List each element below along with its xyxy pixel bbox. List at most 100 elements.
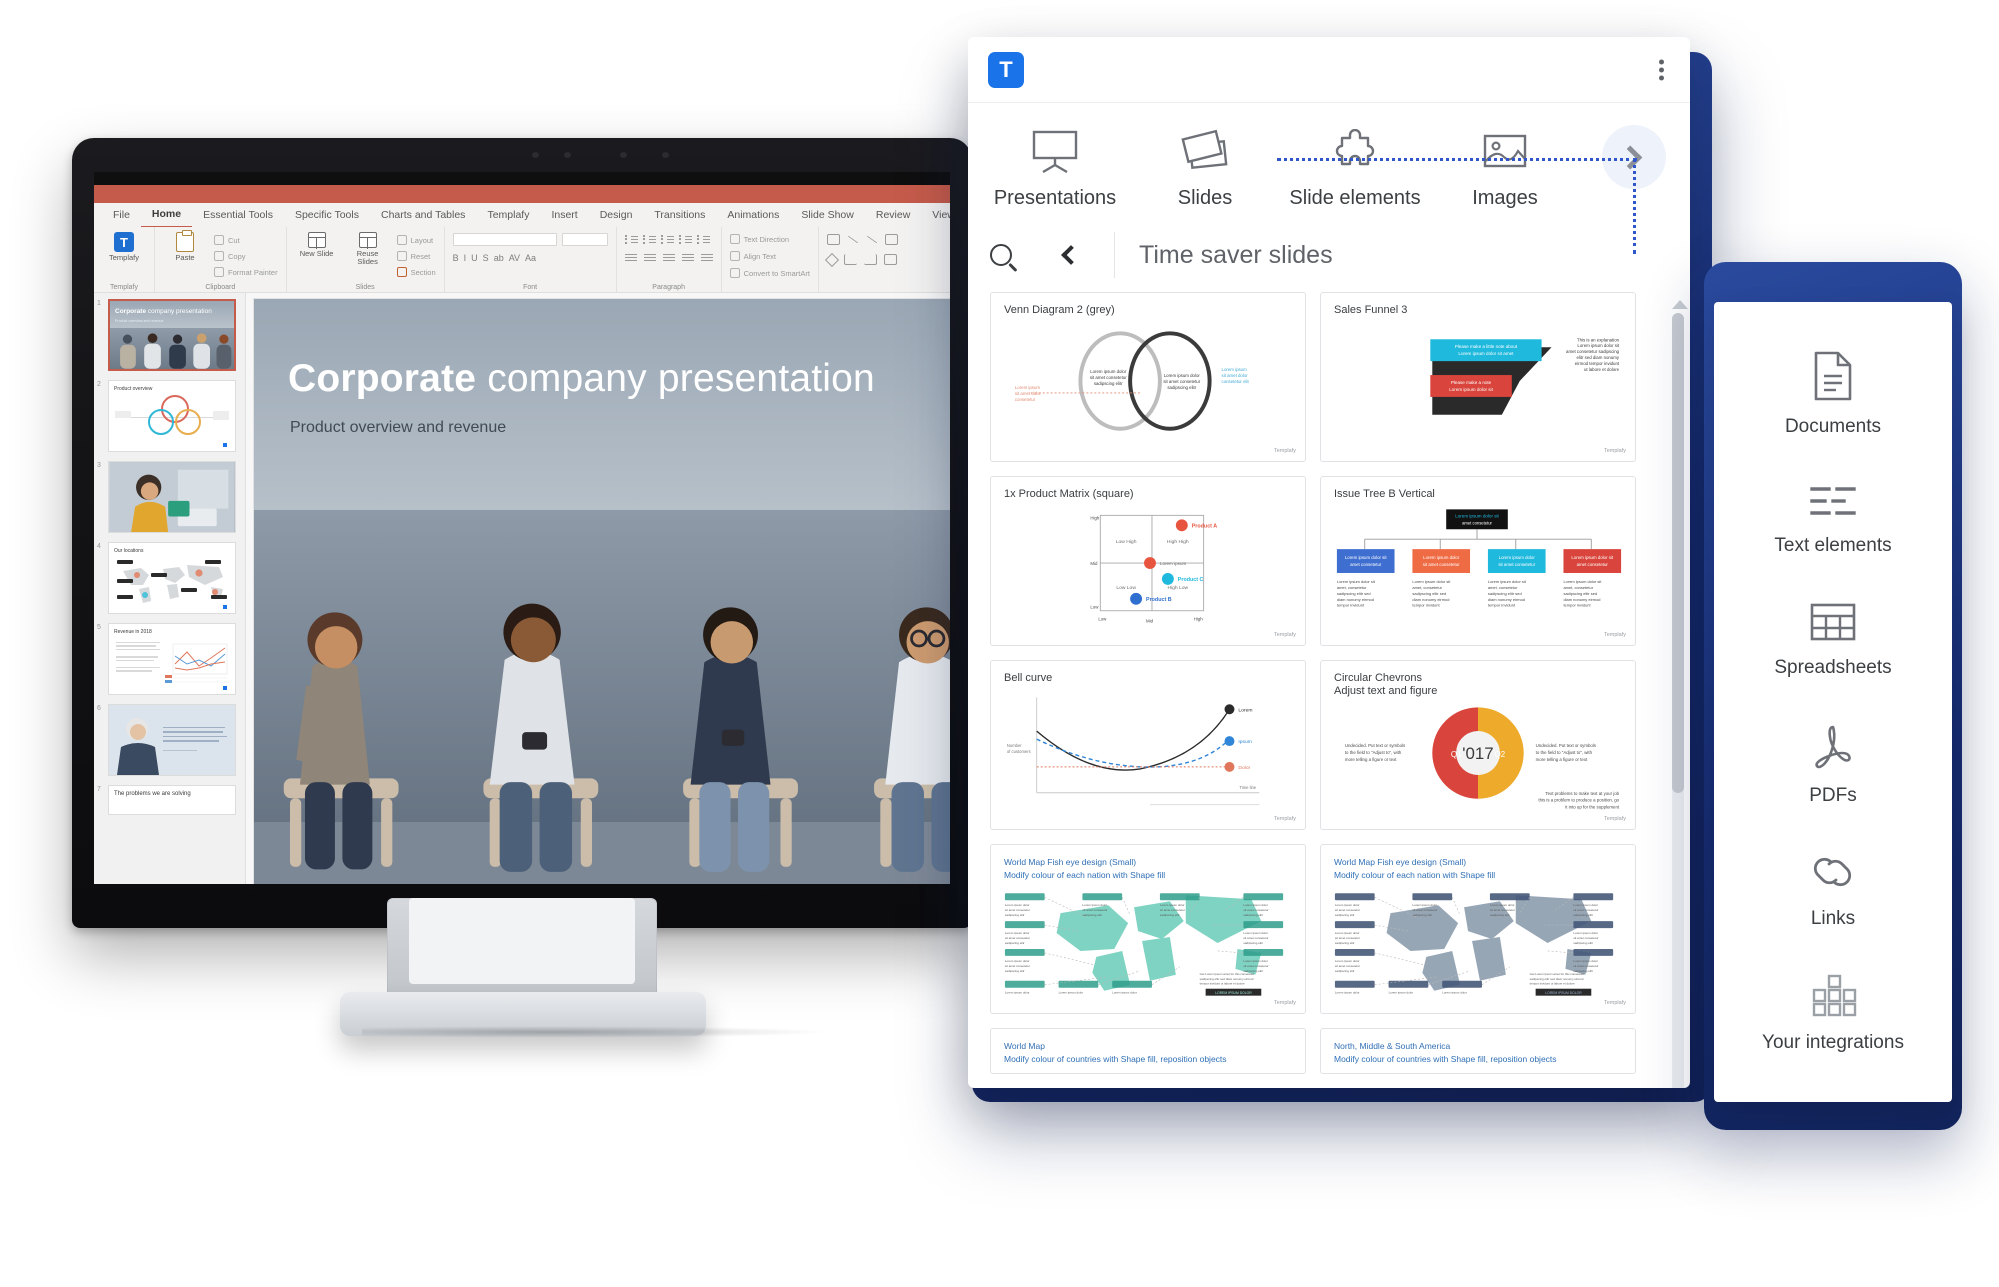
nav-item-presentations[interactable]: Presentations [980,129,1130,210]
ribbon-tab-design[interactable]: Design [589,203,644,227]
library-card-worldmap-grey[interactable]: World Map Fish eye design (Small) Modify… [1320,844,1636,1014]
numbered-list-icon[interactable] [642,235,656,244]
layout-button[interactable]: Layout [396,233,436,247]
ribbon-tab-file[interactable]: File [102,203,141,227]
line-spacing-icon[interactable] [696,235,710,244]
elbow-arrow-icon[interactable] [863,254,877,265]
slide-thumbnail-4[interactable]: 4 Our locations [97,542,241,614]
ribbon-tab-essential-tools[interactable]: Essential Tools [192,203,284,227]
text-direction-button[interactable]: Text Direction [729,232,789,246]
templafy-search-bar[interactable]: Time saver slides [968,226,1690,292]
line-icon[interactable] [847,235,859,244]
integration-item-links[interactable]: Links [1714,850,1952,930]
scroll-thumb[interactable] [1672,313,1684,793]
rectangle-icon[interactable] [884,234,898,245]
ribbon-tab-templafy[interactable]: Templafy [476,203,540,227]
format-painter-button[interactable]: Format Painter [214,265,278,279]
bullet-list-icon[interactable] [624,235,638,244]
char-spacing-button[interactable]: AV [509,253,520,263]
chevron-left-icon[interactable] [1061,245,1081,265]
change-case-button[interactable]: Aa [525,253,536,263]
nav-item-slide-elements[interactable]: Slide elements [1280,129,1430,210]
ribbon-tab-animations[interactable]: Animations [716,203,790,227]
ribbon-tab-view[interactable]: View [921,203,950,227]
align-buttons[interactable] [624,251,713,266]
ribbon-tab-transitions[interactable]: Transitions [643,203,716,227]
slide-thumbnail-5[interactable]: 5 Revenue in 2018 [97,623,241,695]
powerpoint-ribbon[interactable]: T Templafy Templafy Paste Cut Copy Forma… [94,227,950,293]
slide-thumbnail-1[interactable]: 1 Corporate company presentation Product… [97,299,241,371]
align-center-icon[interactable] [643,254,656,263]
decrease-indent-icon[interactable] [660,235,674,244]
scroll-track[interactable] [1672,313,1684,1088]
library-card-issue-tree[interactable]: Issue Tree B Vertical Lorem ipsum dolor … [1320,476,1636,646]
align-text-button[interactable]: Align Text [729,249,776,263]
ribbon-tab-insert[interactable]: Insert [540,203,588,227]
library-card-sales-funnel[interactable]: Sales Funnel 3 Please make a little note… [1320,292,1636,462]
library-card-venn[interactable]: Venn Diagram 2 (grey) Lorem ipsum dolor s… [990,292,1306,462]
ribbon-tab-charts-and-tables[interactable]: Charts and Tables [370,203,476,227]
italic-button[interactable]: I [464,253,467,263]
font-size-select[interactable] [561,233,608,246]
bold-button[interactable]: B [453,253,459,263]
cut-button[interactable]: Cut [214,233,278,247]
triangle-icon[interactable] [824,252,839,267]
block-arrow-icon[interactable] [883,254,897,265]
library-card-bell-curve[interactable]: Bell curve Lorem Ipsum Dolor Number of c… [990,660,1306,830]
templafy-button[interactable]: T Templafy [102,232,146,262]
slide-thumbnail-pane[interactable]: 1 Corporate company presentation Product… [94,293,246,884]
copy-button[interactable]: Copy [214,249,278,263]
slide-library-grid-wrapper[interactable]: Venn Diagram 2 (grey) Lorem ipsum dolor s… [968,292,1690,1088]
scroll-up-arrow-icon[interactable] [1672,300,1688,309]
shape-row-1[interactable] [826,232,898,247]
templafy-nav[interactable]: Presentations Slides Slide elements Imag… [968,103,1690,226]
powerpoint-ribbon-tabs[interactable]: File Home Essential Tools Specific Tools… [94,202,950,228]
text-box-icon[interactable] [826,234,840,245]
slide-thumbnail-6[interactable]: 6 [97,704,241,776]
slide-thumbnail-3[interactable]: 3 [97,461,241,533]
search-icon[interactable] [990,244,1012,266]
library-card-product-matrix[interactable]: 1x Product Matrix (square) Low High High … [990,476,1306,646]
align-left-icon[interactable] [624,254,637,263]
shadow-button[interactable]: S [483,253,489,263]
slide-library-grid[interactable]: Venn Diagram 2 (grey) Lorem ipsum dolor s… [990,292,1636,1074]
slide-thumbnail-7[interactable]: 7 The problems we are solving [97,785,241,815]
reuse-slides-button[interactable]: Reuse Slides [346,232,390,266]
ribbon-tab-slide-show[interactable]: Slide Show [790,203,865,227]
library-card-circular-chevrons[interactable]: Circular Chevrons Adjust text and figure… [1320,660,1636,830]
shape-row-2[interactable] [824,252,897,267]
integration-item-documents[interactable]: Documents [1714,350,1952,438]
slide-thumbnail-2[interactable]: 2 Product overview [97,380,241,452]
library-card-world-map[interactable]: World Map Modify colour of countries wit… [990,1028,1306,1074]
integration-item-text-elements[interactable]: Text elements [1714,481,1952,557]
paste-button[interactable]: Paste [163,230,207,262]
reset-button[interactable]: Reset [396,249,436,263]
increase-indent-icon[interactable] [678,235,692,244]
integration-item-pdfs[interactable]: PDFs [1714,723,1952,807]
underline-button[interactable]: U [471,253,478,263]
nav-item-slides[interactable]: Slides [1130,129,1280,210]
ribbon-tab-home[interactable]: Home [140,202,193,228]
ribbon-tab-review[interactable]: Review [865,203,921,227]
integration-item-your-integrations[interactable]: Your integrations [1714,974,1952,1054]
columns-icon[interactable] [700,254,713,263]
align-right-icon[interactable] [662,254,675,263]
library-card-worldmap-green[interactable]: World Map Fish eye design (Small) Modify… [990,844,1306,1014]
slide-editing-canvas[interactable]: Corporate company presentation Product o… [246,293,950,884]
new-slide-button[interactable]: New Slide [295,232,339,258]
library-card-americas[interactable]: North, Middle & South America Modify col… [1320,1028,1636,1074]
font-style-row[interactable]: B I U S ab AV Aa [453,250,536,265]
font-selectors[interactable] [452,232,608,247]
font-family-select[interactable] [452,233,557,246]
nav-item-images[interactable]: Images [1430,129,1580,210]
justify-icon[interactable] [681,254,694,263]
list-buttons[interactable] [624,232,710,247]
strikethrough-button[interactable]: ab [494,253,504,263]
ribbon-tab-specific-tools[interactable]: Specific Tools [284,203,370,227]
elbow-connector-icon[interactable] [843,254,857,265]
library-scrollbar[interactable] [1672,300,1688,1088]
section-button[interactable]: Section [396,265,436,279]
integration-item-spreadsheets[interactable]: Spreadsheets [1714,601,1952,679]
kebab-menu-icon[interactable] [1659,59,1664,80]
convert-smartart-button[interactable]: Convert to SmartArt [729,266,810,280]
